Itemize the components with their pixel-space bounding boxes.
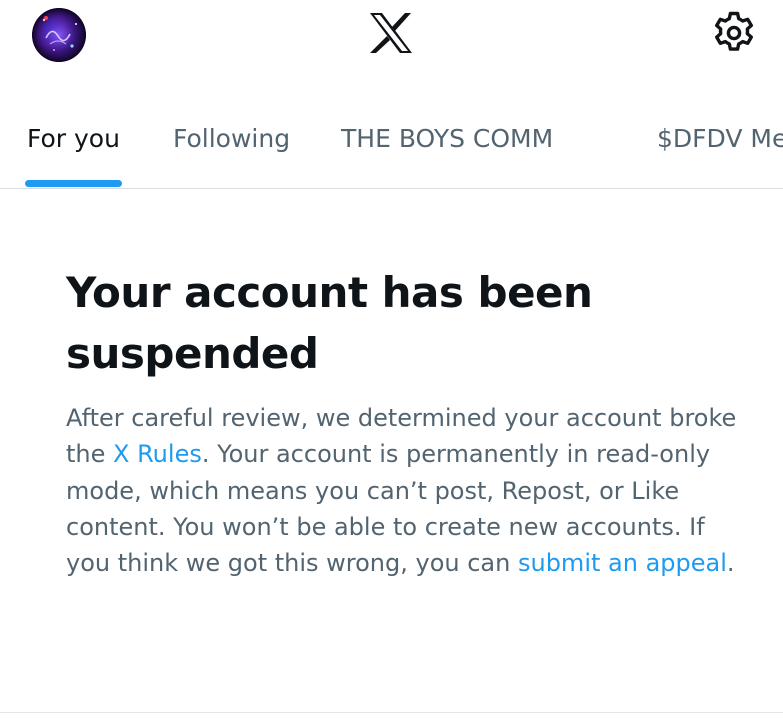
x-logo[interactable] — [368, 12, 414, 54]
active-tab-indicator — [25, 180, 122, 187]
suspension-notice: Your account has been suspended After ca… — [66, 262, 756, 581]
tab-dfdv[interactable]: $DFDV Me — [657, 124, 783, 153]
tab-for-you[interactable]: For you — [27, 124, 120, 153]
gear-icon — [715, 11, 753, 51]
x-rules-link[interactable]: X Rules — [113, 440, 202, 468]
settings-button[interactable] — [710, 9, 758, 57]
timeline-tabs: For you Following THE BOYS COMM $DFDV Me — [0, 96, 783, 188]
tab-following[interactable]: Following — [173, 124, 290, 153]
suspension-message: After careful review, we determined your… — [66, 400, 756, 581]
profile-avatar[interactable] — [32, 8, 86, 62]
suspension-title: Your account has been suspended — [66, 268, 593, 378]
x-logo-icon — [370, 13, 412, 53]
submit-appeal-link[interactable]: submit an appeal — [518, 549, 727, 577]
top-bar — [0, 0, 783, 96]
message-end: . — [726, 549, 735, 578]
tabs-divider — [0, 188, 783, 189]
tab-the-boys-comm[interactable]: THE BOYS COMM — [341, 124, 553, 153]
bottom-divider — [0, 712, 783, 713]
avatar-image — [32, 8, 86, 62]
